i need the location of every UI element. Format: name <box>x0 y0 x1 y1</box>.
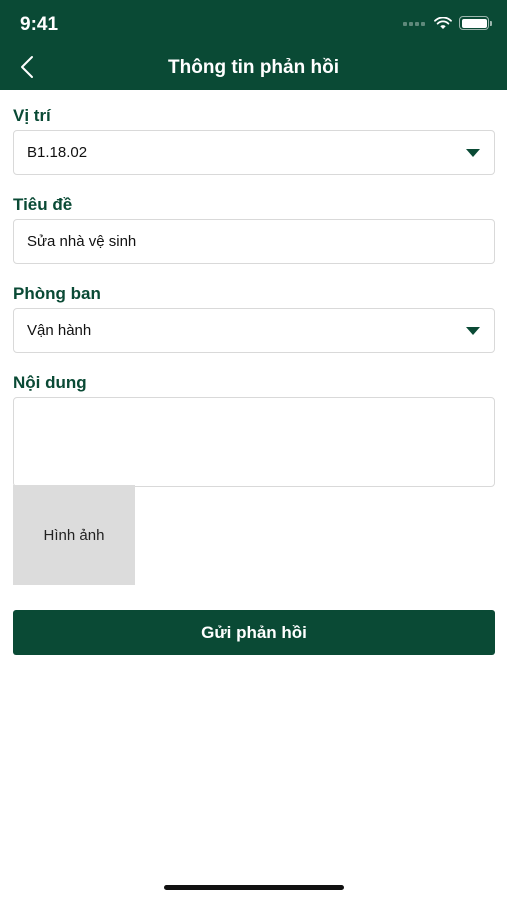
app-header: 9:41 Thông tin phản hồi <box>0 0 507 90</box>
image-label: Hình ảnh <box>43 526 105 544</box>
department-select[interactable]: Vận hành <box>13 308 495 353</box>
subject-label: Tiêu đề <box>13 195 73 214</box>
caret-down-icon <box>466 149 480 157</box>
location-value: B1.18.02 <box>27 144 88 161</box>
location-select[interactable]: B1.18.02 <box>13 130 495 175</box>
status-icons <box>403 16 492 30</box>
add-image-button[interactable]: Hình ảnh <box>13 485 135 585</box>
submit-feedback-button[interactable]: Gửi phản hồi <box>13 610 495 655</box>
department-value: Vận hành <box>27 322 92 339</box>
feedback-form: Vị trí B1.18.02 Tiêu đề Sửa nhà vệ sinh … <box>13 106 495 487</box>
content-textarea[interactable] <box>13 397 495 487</box>
caret-down-icon <box>466 327 480 335</box>
status-time: 9:41 <box>20 14 59 35</box>
subject-input[interactable]: Sửa nhà vệ sinh <box>13 219 495 264</box>
department-label: Phòng ban <box>13 284 101 303</box>
battery-icon <box>459 16 492 30</box>
content-label: Nội dung <box>13 373 87 392</box>
page-title: Thông tin phản hồi <box>168 57 339 78</box>
location-label: Vị trí <box>13 106 51 125</box>
wifi-icon <box>434 16 452 29</box>
submit-label: Gửi phản hồi <box>201 622 307 642</box>
home-indicator <box>164 885 344 890</box>
cellular-signal-icon <box>403 20 427 26</box>
subject-value: Sửa nhà vệ sinh <box>27 233 137 250</box>
